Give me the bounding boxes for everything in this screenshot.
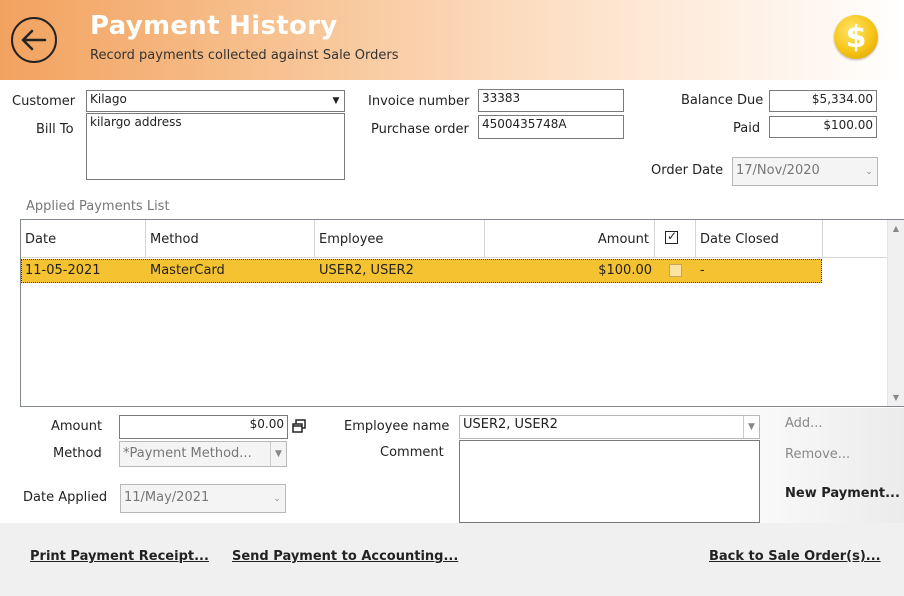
- date-applied-value: 11/May/2021: [124, 490, 210, 505]
- page-title: Payment History: [90, 11, 338, 41]
- paid-label: Paid: [733, 121, 761, 136]
- employee-name-combobox[interactable]: USER2, USER2 ▼: [459, 415, 760, 439]
- select-all-checkbox[interactable]: [665, 229, 678, 244]
- comment-textarea[interactable]: [459, 440, 760, 523]
- order-date-label: Order Date: [651, 163, 724, 178]
- paid-value: $100.00: [823, 118, 873, 132]
- column-header-select[interactable]: [655, 220, 696, 258]
- chevron-down-icon[interactable]: ⌄: [861, 158, 877, 185]
- purchase-order-input[interactable]: 4500435748A: [478, 115, 624, 139]
- date-applied-label: Date Applied: [23, 490, 108, 505]
- column-header-date[interactable]: Date: [21, 220, 146, 258]
- print-receipt-link[interactable]: Print Payment Receipt...: [30, 549, 209, 564]
- balance-due-field: $5,334.00: [769, 90, 877, 112]
- invoice-number-label: Invoice number: [368, 94, 470, 109]
- chevron-down-icon[interactable]: ▼: [270, 442, 286, 466]
- dollar-coin-icon: $: [834, 15, 878, 59]
- order-date-value: 17/Nov/2020: [736, 163, 820, 178]
- row-amount: $100.00: [598, 263, 652, 278]
- balance-due-value: $5,334.00: [811, 92, 873, 106]
- column-header-employee[interactable]: Employee: [315, 220, 485, 258]
- scroll-down-icon[interactable]: ▼: [888, 389, 904, 406]
- bill-to-value: kilargo address: [90, 115, 182, 129]
- column-header-amount[interactable]: Amount: [485, 220, 655, 258]
- comment-label: Comment: [380, 445, 444, 460]
- row-method: MasterCard: [150, 263, 225, 278]
- payments-grid[interactable]: Date Method Employee Amount Date Closed …: [20, 219, 904, 407]
- row-date: 11-05-2021: [25, 263, 101, 278]
- send-to-accounting-link[interactable]: Send Payment to Accounting...: [232, 549, 458, 564]
- customer-label: Customer: [12, 94, 76, 109]
- row-date-closed: -: [700, 263, 705, 278]
- purchase-order-value: 4500435748A: [482, 117, 567, 131]
- calculator-icon[interactable]: [291, 418, 308, 435]
- back-to-sale-orders-link[interactable]: Back to Sale Order(s)...: [709, 549, 881, 564]
- chevron-down-icon[interactable]: ⌄: [269, 485, 285, 512]
- amount-label: Amount: [51, 419, 103, 434]
- bill-to-label: Bill To: [36, 122, 74, 137]
- amount-input[interactable]: $0.00: [119, 415, 288, 439]
- method-placeholder: *Payment Method...: [123, 446, 252, 461]
- amount-value: $0.00: [249, 417, 284, 431]
- row-checkbox[interactable]: [669, 264, 682, 277]
- chevron-down-icon[interactable]: ▼: [328, 91, 344, 111]
- chevron-down-icon[interactable]: ▼: [743, 416, 759, 438]
- back-arrow-icon: [21, 29, 47, 51]
- bill-to-textarea[interactable]: kilargo address: [86, 113, 345, 180]
- purchase-order-label: Purchase order: [371, 122, 469, 137]
- employee-name-label: Employee name: [344, 419, 450, 434]
- back-button[interactable]: [11, 17, 57, 63]
- method-label: Method: [53, 446, 102, 461]
- remove-payment-button[interactable]: Remove...: [785, 447, 850, 462]
- table-row[interactable]: 11-05-2021 MasterCard USER2, USER2 $100.…: [21, 259, 822, 283]
- column-header-method[interactable]: Method: [146, 220, 315, 258]
- row-employee: USER2, USER2: [319, 263, 414, 278]
- invoice-number-value: 33383: [482, 91, 521, 105]
- customer-value: Kilago: [90, 92, 127, 106]
- date-applied-picker[interactable]: 11/May/2021 ⌄: [120, 484, 286, 513]
- paid-field: $100.00: [769, 116, 877, 138]
- scroll-up-icon[interactable]: ▲: [888, 220, 904, 237]
- page-subtitle: Record payments collected against Sale O…: [90, 48, 399, 63]
- column-header-date-closed[interactable]: Date Closed: [696, 220, 823, 258]
- employee-name-value: USER2, USER2: [463, 417, 558, 432]
- grid-scrollbar[interactable]: ▲ ▼: [887, 220, 904, 406]
- method-combobox[interactable]: *Payment Method... ▼: [119, 441, 287, 467]
- applied-payments-label: Applied Payments List: [26, 199, 170, 214]
- column-header-filler: [823, 220, 887, 258]
- new-payment-button[interactable]: New Payment...: [785, 486, 900, 501]
- add-payment-button[interactable]: Add...: [785, 416, 823, 431]
- balance-due-label: Balance Due: [681, 93, 764, 108]
- customer-combobox[interactable]: Kilago ▼: [86, 90, 345, 112]
- order-date-picker[interactable]: 17/Nov/2020 ⌄: [732, 157, 878, 186]
- invoice-number-input[interactable]: 33383: [478, 89, 624, 112]
